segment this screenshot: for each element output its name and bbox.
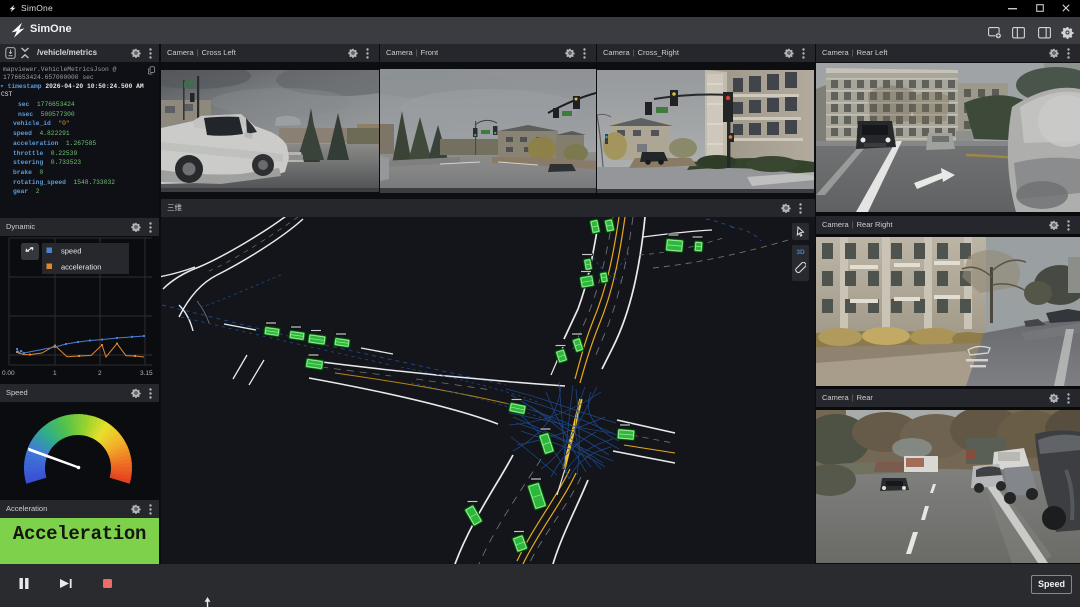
- svg-text:2: 2: [98, 370, 102, 377]
- svg-text:speed: speed: [61, 247, 81, 256]
- svg-text:1: 1: [53, 370, 57, 377]
- svg-text:0.00: 0.00: [2, 370, 15, 377]
- svg-text:3.15: 3.15: [140, 370, 153, 377]
- svg-text:acceleration: acceleration: [61, 263, 101, 272]
